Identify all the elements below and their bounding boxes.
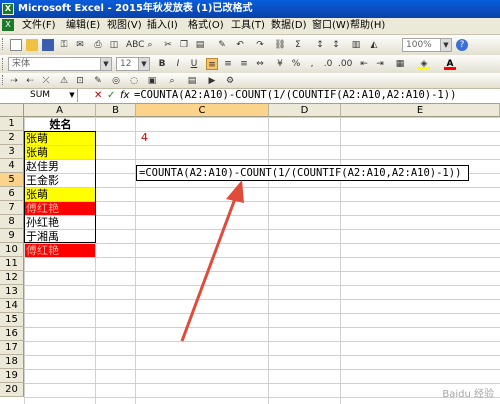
- arrow-head: [226, 180, 244, 203]
- arrow-shaft: [180, 195, 238, 342]
- watermark: Baidu 经验: [442, 389, 494, 400]
- annotation-arrow: [180, 180, 244, 342]
